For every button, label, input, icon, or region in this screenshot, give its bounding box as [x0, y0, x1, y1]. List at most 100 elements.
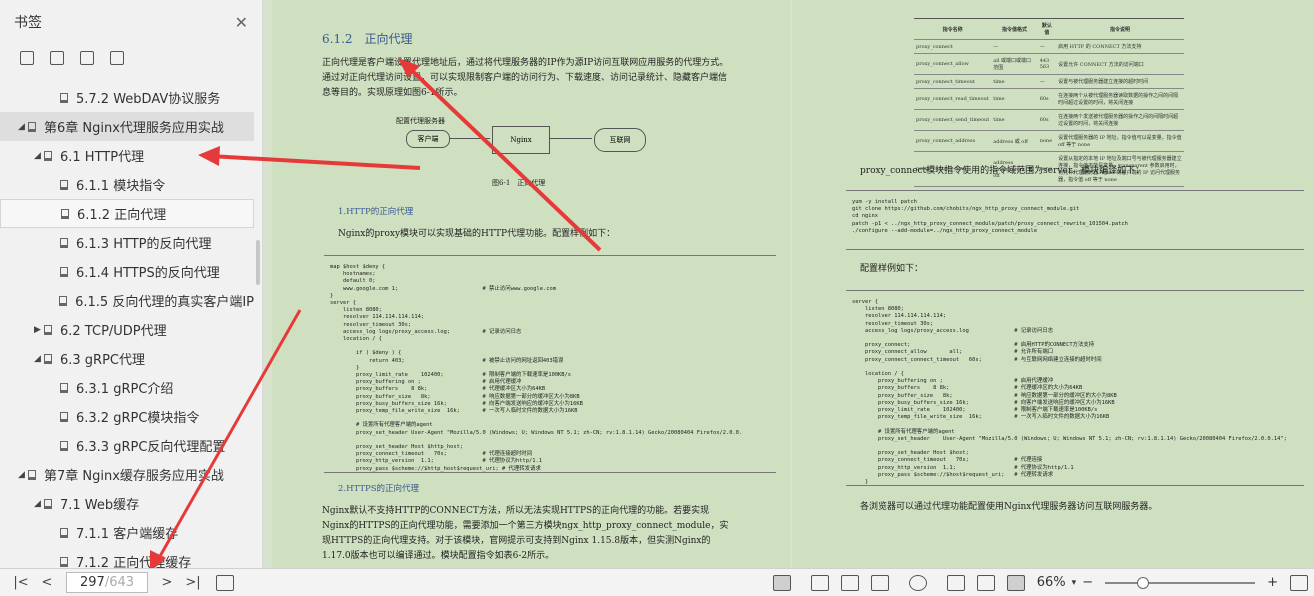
directive-table: 指令名称 指令值格式 默认值 指令说明 proxy_connect — — 启用 HTTP 的…	[914, 18, 1184, 187]
table-cell: address 或 off	[991, 130, 1038, 152]
sidebar-item-label: 6.1.3 HTTP的反向代理	[76, 237, 212, 252]
sidebar-item[interactable]: 6.3.3 gRPC反向代理配置	[0, 431, 254, 460]
table-cell: 设置代理服务器的 IP 地址，指令值可以是变量，指令值 off 等于 none	[1056, 130, 1184, 152]
table-cell: proxy_connect_send_timeout	[914, 109, 992, 131]
expand-toggle-icon[interactable]: ◢	[18, 122, 28, 132]
status-bar: |< < 297 /643 > >| 66% ▾ − +	[0, 568, 1314, 596]
table-header: 指令说明	[1056, 18, 1184, 40]
sidebar-item-label: 6.1.5 反向代理的真实客户端IP	[75, 295, 254, 310]
expand-toggle-icon[interactable]: ◢	[34, 499, 44, 509]
scope-paragraph: proxy_connect模块指令使用的指令域范围为server。模块编译如下：	[860, 166, 1145, 176]
bookmark-icon[interactable]	[110, 51, 124, 65]
sidebar-item[interactable]: ◢ 7.1 Web缓存	[0, 489, 254, 518]
eye-icon[interactable]	[772, 574, 791, 591]
expand-toggle-icon[interactable]: ◢	[18, 470, 28, 480]
table-row: proxy_connect_address address 或 off none 设置…	[914, 130, 1184, 152]
figure-label: 配置代理服务器	[396, 117, 445, 125]
zoom-slider[interactable]	[1105, 576, 1256, 589]
sidebar-item-label: 第6章 Nginx代理服务应用实战	[44, 121, 224, 136]
sidebar-item-label: 6.1 HTTP代理	[60, 150, 145, 165]
code-block-http: map $host $deny { hostnames; default 0; …	[324, 255, 776, 473]
bookmark-icon	[60, 266, 68, 277]
total-pages: /643	[104, 575, 135, 590]
intro-paragraph: 正向代理是客户端设置代理地址后，通过将代理服务器的IP作为源IP访问互联网应用服…	[322, 58, 729, 98]
continuous-page-icon[interactable]	[840, 574, 859, 591]
single-page-icon[interactable]	[810, 574, 829, 591]
table-cell: proxy_connect	[914, 39, 992, 54]
sidebar-item[interactable]: 6.1.3 HTTP的反向代理	[0, 228, 254, 257]
code-block-connect: server { listen 8080; resolver 114.114.1…	[846, 290, 1304, 486]
sidebar-item[interactable]: ◢ 第7章 Nginx缓存服务应用实战	[0, 460, 254, 489]
sidebar-item[interactable]: ◢ 6.3 gRPC代理	[0, 344, 254, 373]
page-number-input[interactable]: 297 /643	[66, 572, 148, 593]
bookmark-icon	[44, 498, 52, 509]
fit-width-icon[interactable]	[1006, 574, 1025, 591]
expand-all-icon[interactable]	[20, 51, 34, 65]
last-page-button[interactable]: >|	[180, 575, 206, 590]
expand-toggle-icon[interactable]: ◢	[34, 151, 44, 161]
collapse-all-icon[interactable]	[50, 51, 64, 65]
zoom-slider-knob[interactable]	[1137, 576, 1150, 589]
actual-size-icon[interactable]	[946, 574, 965, 591]
bookmark-icon	[44, 324, 52, 335]
sidebar-item-label: 7.1 Web缓存	[60, 498, 140, 513]
pdf-page-right: 指令名称 指令值格式 默认值 指令说明 proxy_connect — — 启用 HTTP 的…	[792, 0, 1314, 568]
bookmark-icon	[28, 121, 36, 132]
bookmark-icon	[60, 411, 68, 422]
sidebar-item-label: 6.3 gRPC代理	[60, 353, 146, 368]
table-row: proxy_connect_timeout time — 设置与被代理服务器建立连接的…	[914, 74, 1184, 89]
fullscreen-icon[interactable]	[1290, 574, 1308, 591]
add-bookmark-icon[interactable]	[80, 51, 94, 65]
table-cell: —	[1037, 39, 1057, 54]
bottom-paragraph: 各浏览器可以通过代理功能配置使用Nginx代理服务器访问互联网服务器。	[860, 502, 1158, 512]
chevron-down-icon[interactable]: ▾	[1072, 578, 1077, 588]
code-block-build: yum -y install patch git clone https://g…	[846, 190, 1304, 250]
close-icon[interactable]: ✕	[235, 13, 248, 32]
table-cell: 启用 HTTP 的 CONNECT 方法支持	[1056, 39, 1184, 54]
sidebar-item[interactable]: 6.1.4 HTTPS的反向代理	[0, 257, 254, 286]
sidebar-item[interactable]: 7.1.1 客户端缓存	[0, 518, 254, 547]
sidebar-item[interactable]: ▶ 6.2 TCP/UDP代理	[0, 315, 254, 344]
next-page-button[interactable]: >	[154, 575, 180, 590]
sidebar-item[interactable]: 6.1.1 模块指令	[0, 170, 254, 199]
double-page-icon[interactable]	[870, 574, 889, 591]
sidebar-item[interactable]: 6.1.5 反向代理的真实客户端IP	[0, 286, 254, 315]
expand-toggle-icon[interactable]: ◢	[34, 354, 44, 364]
table-cell: proxy_connect_address	[914, 130, 992, 152]
table-cell: —	[1037, 74, 1057, 89]
bookmark-icon	[60, 92, 68, 103]
table-cell: 60s	[1037, 88, 1057, 110]
first-page-button[interactable]: |<	[8, 575, 34, 590]
sidebar-item[interactable]: ◢ 第6章 Nginx代理服务应用实战	[0, 112, 254, 141]
zoom-in-button[interactable]: +	[1267, 575, 1278, 590]
table-cell: 设置允许 CONNECT 方法的访问端口	[1056, 53, 1184, 75]
table-cell: time	[991, 74, 1038, 89]
figure-nginx-box: Nginx	[492, 126, 550, 154]
bookmark-icon	[59, 295, 68, 306]
bookmark-icon	[60, 179, 68, 190]
play-icon[interactable]	[908, 574, 927, 591]
section-heading: 6.1.2 正向代理	[322, 32, 413, 46]
sidebar-item-label: 5.7.2 WebDAV协议服务	[76, 92, 221, 107]
table-cell: time	[991, 109, 1038, 131]
table-header: 指令名称	[914, 18, 992, 40]
prev-page-button[interactable]: <	[34, 575, 60, 590]
zoom-out-button[interactable]: −	[1082, 575, 1093, 590]
back-icon[interactable]	[216, 574, 234, 591]
bookmark-icon	[44, 150, 52, 161]
sidebar-toolbar	[0, 44, 262, 72]
sidebar-item-label: 6.3.3 gRPC反向代理配置	[76, 440, 226, 455]
sidebar-item[interactable]: 6.3.1 gRPC介绍	[0, 373, 254, 402]
sidebar-item[interactable]: 6.1.2 正向代理	[0, 199, 254, 228]
bookmark-sidebar: 书签 ✕ 5.7.2 WebDAV协议服务 ◢ 第6章 Nginx代理服务应用实战 ◢…	[0, 0, 263, 571]
sidebar-item[interactable]: 6.3.2 gRPC模块指令	[0, 402, 254, 431]
zoom-level[interactable]: 66%	[1037, 575, 1066, 590]
table-cell: 在连接两个发送被代理服务器的操作之间的间隔时间超过设置的时间，将关闭连接	[1056, 109, 1184, 131]
subheading-https: 2.HTTPS的正向代理	[338, 484, 420, 494]
sidebar-item[interactable]: ◢ 6.1 HTTP代理	[0, 141, 254, 170]
sidebar-item[interactable]: 5.7.2 WebDAV协议服务	[0, 83, 254, 112]
table-cell: 设置与被代理服务器建立连接的超时时间	[1056, 74, 1184, 89]
sidebar-scrollbar[interactable]	[256, 240, 260, 285]
fit-page-icon[interactable]	[976, 574, 995, 591]
expand-toggle-icon[interactable]: ▶	[34, 325, 44, 335]
